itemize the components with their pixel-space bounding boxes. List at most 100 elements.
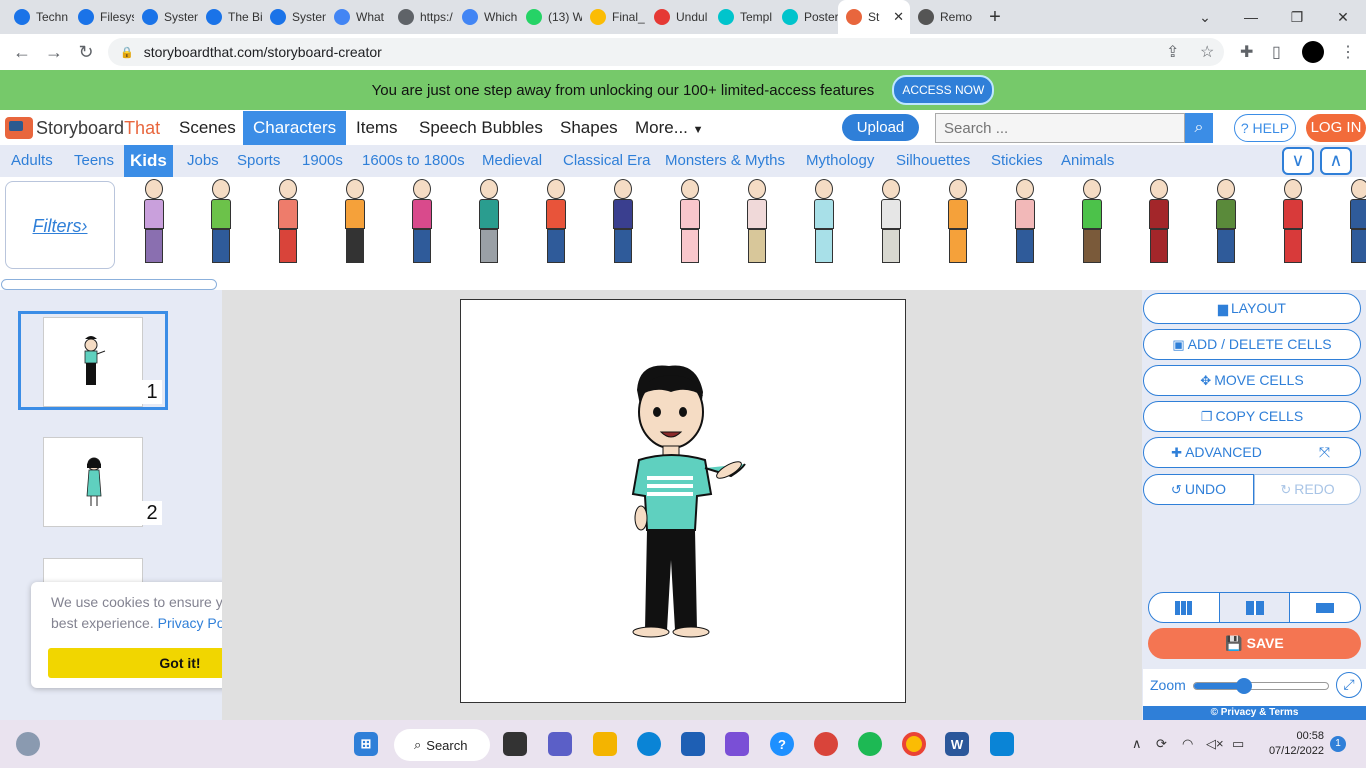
character-thumbnail[interactable] bbox=[1074, 177, 1110, 269]
nav-more[interactable]: More... ▼ bbox=[625, 111, 714, 145]
cell-thumbnail-1[interactable] bbox=[43, 317, 143, 407]
url-field[interactable]: 🔒 storyboardthat.com/storyboard-creator bbox=[108, 38, 1224, 66]
storyboard-cell-canvas[interactable] bbox=[460, 299, 906, 703]
browser-tab[interactable]: Techn bbox=[6, 0, 70, 34]
category-sports[interactable]: Sports bbox=[231, 145, 286, 177]
zoom-slider[interactable] bbox=[1193, 678, 1329, 694]
character-thumbnail[interactable] bbox=[404, 177, 440, 269]
close-window-button[interactable]: ✕ bbox=[1320, 9, 1366, 26]
access-now-button[interactable]: ACCESS NOW bbox=[892, 75, 995, 105]
category-teens[interactable]: Teens bbox=[68, 145, 120, 177]
expand-down-button[interactable]: ∨ bbox=[1282, 147, 1314, 175]
fullscreen-button[interactable]: ⤧ bbox=[1289, 437, 1361, 468]
browser-tab[interactable]: Templ bbox=[710, 0, 774, 34]
move-cells-button[interactable]: ✥ MOVE CELLS bbox=[1143, 365, 1361, 396]
character-thumbnail[interactable] bbox=[203, 177, 239, 269]
character-thumbnail[interactable] bbox=[1275, 177, 1311, 269]
category-silhouettes[interactable]: Silhouettes bbox=[890, 145, 976, 177]
split-view-button[interactable] bbox=[1219, 593, 1291, 622]
app-icon[interactable] bbox=[725, 732, 749, 756]
character-thumbnail[interactable] bbox=[605, 177, 641, 269]
task-view-icon[interactable] bbox=[503, 732, 527, 756]
redo-button[interactable]: ↻ REDO bbox=[1254, 474, 1361, 505]
storyboardthat-logo[interactable]: Storyboard That bbox=[5, 117, 160, 139]
character-thumbnail[interactable] bbox=[806, 177, 842, 269]
profile-avatar[interactable] bbox=[1302, 34, 1324, 70]
character-thumbnail[interactable] bbox=[672, 177, 708, 269]
zoom-slider-handle[interactable] bbox=[1235, 678, 1252, 694]
chrome-icon[interactable] bbox=[902, 732, 926, 756]
character-thumbnail[interactable] bbox=[739, 177, 775, 269]
character-thumbnail[interactable] bbox=[940, 177, 976, 269]
browser-tab[interactable]: Final_ bbox=[582, 0, 646, 34]
battery-icon[interactable]: ▭ bbox=[1232, 736, 1244, 752]
tab-search-icon[interactable]: ⌄ bbox=[1182, 9, 1228, 26]
save-button[interactable]: 💾 SAVE bbox=[1148, 628, 1361, 659]
microsoft-store-icon[interactable] bbox=[681, 732, 705, 756]
category-kids[interactable]: Kids bbox=[124, 145, 173, 177]
browser-tab[interactable]: https:/ bbox=[390, 0, 454, 34]
back-button[interactable]: ← bbox=[6, 42, 38, 63]
category-1900s[interactable]: 1900s bbox=[296, 145, 349, 177]
category-1600s-1800s[interactable]: 1600s to 1800s bbox=[356, 145, 471, 177]
zoom-fit-icon[interactable]: ⤢ bbox=[1336, 672, 1362, 698]
copy-cells-button[interactable]: ❐ COPY CELLS bbox=[1143, 401, 1361, 432]
undo-button[interactable]: ↺ UNDO bbox=[1143, 474, 1254, 505]
category-jobs[interactable]: Jobs bbox=[181, 145, 225, 177]
character-thumbnail[interactable] bbox=[538, 177, 574, 269]
sync-icon[interactable]: ⟳ bbox=[1156, 736, 1167, 752]
teams-chat-icon[interactable] bbox=[548, 732, 572, 756]
menu-icon[interactable]: ⋮ bbox=[1340, 34, 1356, 70]
privacy-terms-link[interactable]: © Privacy & Terms bbox=[1143, 706, 1366, 720]
tab-close-icon[interactable]: ✕ bbox=[893, 9, 904, 25]
nav-shapes[interactable]: Shapes bbox=[550, 111, 628, 145]
character-thumbnail[interactable] bbox=[136, 177, 172, 269]
browser-tab[interactable]: What bbox=[326, 0, 390, 34]
upload-button[interactable]: Upload bbox=[842, 114, 919, 141]
forward-button[interactable]: → bbox=[38, 42, 70, 63]
category-classical-era[interactable]: Classical Era bbox=[557, 145, 657, 177]
library-scrollbar[interactable] bbox=[1, 279, 217, 290]
volume-muted-icon[interactable]: ◁× bbox=[1206, 736, 1224, 752]
character-thumbnail[interactable] bbox=[270, 177, 306, 269]
weather-icon[interactable] bbox=[16, 732, 40, 756]
wifi-icon[interactable]: ◠ bbox=[1182, 736, 1193, 752]
nav-characters[interactable]: Characters bbox=[243, 111, 347, 145]
bookmark-star-icon[interactable]: ☆ bbox=[1200, 34, 1214, 70]
nav-speech-bubbles[interactable]: Speech Bubbles bbox=[409, 111, 553, 145]
category-animals[interactable]: Animals bbox=[1055, 145, 1120, 177]
reload-button[interactable]: ↻ bbox=[70, 42, 102, 63]
character-thumbnail[interactable] bbox=[1208, 177, 1244, 269]
category-mythology[interactable]: Mythology bbox=[800, 145, 880, 177]
extensions-icon[interactable]: ✚ bbox=[1240, 34, 1253, 70]
game-app-icon[interactable] bbox=[814, 732, 838, 756]
character-thumbnail[interactable] bbox=[873, 177, 909, 269]
character-thumbnail[interactable] bbox=[1007, 177, 1043, 269]
side-panel-icon[interactable]: ▯ bbox=[1272, 34, 1281, 70]
taskbar-search[interactable]: ⌕ Search bbox=[394, 729, 490, 761]
minimize-button[interactable]: — bbox=[1228, 9, 1274, 25]
share-icon[interactable]: ⇪ bbox=[1166, 34, 1179, 70]
single-view-button[interactable] bbox=[1290, 593, 1360, 622]
start-windows-icon[interactable]: ⊞ bbox=[354, 732, 378, 756]
character-thumbnail[interactable] bbox=[337, 177, 373, 269]
grid-view-button[interactable] bbox=[1149, 593, 1220, 622]
character-thumbnail[interactable] bbox=[1342, 177, 1366, 269]
browser-tab[interactable]: Poster bbox=[774, 0, 838, 34]
word-icon[interactable]: W bbox=[945, 732, 969, 756]
browser-tab[interactable]: Systen bbox=[134, 0, 198, 34]
layout-button[interactable]: ▆ LAYOUT bbox=[1143, 293, 1361, 324]
help-app-icon[interactable]: ? bbox=[770, 732, 794, 756]
notification-badge[interactable]: 1 bbox=[1330, 736, 1346, 752]
search-input[interactable] bbox=[935, 113, 1185, 143]
browser-tab[interactable]: St ✕ bbox=[838, 0, 910, 34]
file-explorer-icon[interactable] bbox=[593, 732, 617, 756]
browser-tab[interactable]: Undul bbox=[646, 0, 710, 34]
category-monsters-myths[interactable]: Monsters & Myths bbox=[659, 145, 791, 177]
tray-chevron-icon[interactable]: ∧ bbox=[1132, 736, 1142, 752]
nav-scenes[interactable]: Scenes bbox=[169, 111, 246, 145]
browser-tab[interactable]: Filesys bbox=[70, 0, 134, 34]
edge-browser-icon[interactable] bbox=[637, 732, 661, 756]
cell-thumbnail-2[interactable] bbox=[43, 437, 143, 527]
filters-button[interactable]: Filters› bbox=[5, 181, 115, 269]
